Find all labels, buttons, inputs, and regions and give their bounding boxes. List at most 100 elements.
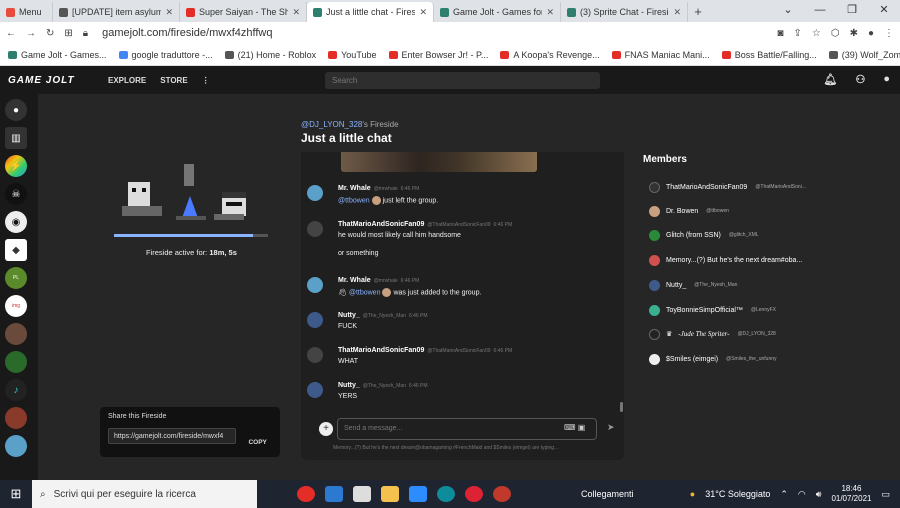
sidebar-community-icon[interactable]: img	[5, 295, 27, 317]
sidebar-community-icon[interactable]	[5, 407, 27, 429]
tab-game-jolt[interactable]: Game Jolt - Games for the ✕	[434, 2, 561, 22]
opera-app-icon[interactable]	[493, 486, 511, 502]
volume-icon[interactable]: 🔊︎	[816, 489, 822, 500]
files-app-icon[interactable]	[381, 486, 399, 502]
sidebar-community-icon[interactable]	[5, 435, 27, 457]
user-avatar[interactable]: ●	[883, 73, 890, 86]
sidebar-community-icon[interactable]	[5, 323, 27, 345]
message-author[interactable]: Mr. Whale	[338, 277, 371, 284]
bookmark-google-translate[interactable]: google traduttore -...	[118, 50, 213, 60]
mario-app-icon[interactable]	[297, 486, 315, 502]
bell-icon[interactable]: 🔔︎	[824, 73, 838, 86]
member-item[interactable]: ToyBonnieSimpOfficial™ @LennyFX	[649, 303, 776, 317]
back-icon[interactable]: ←	[6, 28, 16, 39]
message-author[interactable]: Nutty_	[338, 382, 360, 389]
owner-link[interactable]: @DJ_LYON_328	[301, 120, 362, 129]
store-app-icon[interactable]	[353, 486, 371, 502]
bookmark-boss-battle[interactable]: Boss Battle/Falling...	[721, 50, 817, 60]
share-url-field[interactable]: https://gamejolt.com/fireside/mwxf4	[108, 428, 236, 444]
search-input[interactable]: Search	[325, 72, 600, 89]
avatar[interactable]	[307, 221, 323, 237]
mail-app-icon[interactable]	[325, 486, 343, 502]
sidebar-community-icon[interactable]	[5, 351, 27, 373]
close-tab-icon[interactable]: ✕	[673, 7, 681, 18]
sidebar-home-icon[interactable]: ●	[5, 99, 27, 121]
more-menu-icon[interactable]: ⋮	[202, 76, 210, 85]
camera-icon[interactable]: ◙	[777, 28, 783, 39]
share-icon[interactable]: ⇪	[793, 28, 801, 39]
tab-menu[interactable]: Menu	[0, 2, 53, 22]
avatar[interactable]	[307, 185, 323, 201]
bookmark-gamejolt[interactable]: Game Jolt - Games...	[8, 50, 107, 60]
bookmark-roblox[interactable]: (21) Home - Roblox	[224, 50, 316, 60]
bookmark-bowser[interactable]: Enter Bowser Jr! - P...	[388, 50, 488, 60]
message-author[interactable]: Nutty_	[338, 312, 360, 319]
close-tab-icon[interactable]: ✕	[292, 7, 300, 18]
member-item[interactable]: $Smiles (eimgei) @Smiles_the_unfunny	[649, 352, 777, 366]
gamejolt-logo[interactable]: GAME JOLT	[8, 75, 108, 86]
url-field[interactable]: gamejolt.com/fireside/mwxf4zhffwq	[98, 27, 767, 39]
mention-link[interactable]: @ttbowen	[349, 289, 381, 296]
tab-item-asylum[interactable]: [UPDATE] item asylum - Ro ✕	[53, 2, 180, 22]
chrome-app-icon[interactable]	[465, 486, 483, 502]
notifications-icon[interactable]: ▭	[881, 489, 890, 500]
sidebar-community-icon[interactable]: ◉	[5, 211, 27, 233]
message-author[interactable]: ThatMarioAndSonicFan09	[338, 347, 424, 354]
extension-icon[interactable]: ⬡	[831, 28, 840, 39]
taskbar-search[interactable]: ⌕ Scrivi qui per eseguire la ricerca	[32, 480, 257, 508]
member-item[interactable]: Memory...(?) But he's the next dream#oba…	[649, 253, 802, 267]
message-input[interactable]: Send a message...	[337, 418, 597, 440]
star-icon[interactable]: ☆	[812, 28, 821, 39]
bookmark-youtube[interactable]: YouTube	[328, 50, 377, 60]
member-item[interactable]: Nutty_ @The_Nyesh_Man	[649, 278, 737, 292]
forward-icon[interactable]: →	[26, 28, 36, 39]
chevron-up-icon[interactable]: ⌃	[780, 489, 788, 500]
member-item[interactable]: ThatMarioAndSonicFan09 @ThatMarioAndSoni.…	[649, 180, 806, 194]
friends-icon[interactable]: ⚇	[855, 73, 865, 86]
apps-grid-icon[interactable]: ⊞	[64, 28, 72, 39]
close-tab-icon[interactable]: ✕	[419, 7, 427, 18]
message-author[interactable]: Mr. Whale	[338, 185, 371, 192]
avatar[interactable]	[307, 277, 323, 293]
sidebar-community-icon[interactable]: ♪	[5, 379, 27, 401]
bookmark-fnas[interactable]: FNAS Maniac Mani...	[611, 50, 710, 60]
zoom-app-icon[interactable]	[409, 486, 427, 502]
member-item[interactable]: Dr. Bowen @ttbowen	[649, 204, 729, 218]
tab-sprite-chat[interactable]: (3) Sprite Chat - Fireside - ✕	[561, 2, 688, 22]
minimize-icon[interactable]: —	[804, 0, 836, 20]
sidebar-community-icon[interactable]: PL	[5, 267, 27, 289]
bookmark-koopa[interactable]: A Koopa's Revenge...	[500, 50, 600, 60]
new-tab-button[interactable]: +	[688, 2, 708, 22]
video-stream-thumbnail[interactable]	[341, 152, 537, 172]
add-attachment-button[interactable]: +	[319, 422, 333, 436]
lock-icon[interactable]: 🔒︎	[83, 28, 88, 39]
chevron-down-icon[interactable]: ⌄	[772, 0, 804, 20]
message-author[interactable]: ThatMarioAndSonicFan09	[338, 221, 424, 228]
mention-link[interactable]: @ttbowen	[338, 197, 370, 204]
close-tab-icon[interactable]: ✕	[546, 7, 554, 18]
sidebar-community-icon[interactable]: ⚡	[5, 155, 27, 177]
chat-scrollbar[interactable]	[620, 402, 623, 412]
tab-just-a-little-chat[interactable]: Just a little chat - Fireside ✕	[307, 2, 434, 22]
close-tab-icon[interactable]: ✕	[165, 7, 173, 18]
profile-icon[interactable]: ●	[868, 28, 874, 39]
weather-text[interactable]: 31°C Soleggiato	[705, 489, 770, 499]
restore-icon[interactable]: ❐	[836, 0, 868, 20]
tab-super-saiyan[interactable]: Super Saiyan - The Shaggy ✕	[180, 2, 307, 22]
close-window-icon[interactable]: ✕	[868, 0, 900, 20]
send-icon[interactable]: ➤	[607, 422, 615, 433]
windows-start-icon[interactable]: ⊞	[0, 486, 32, 502]
avatar[interactable]	[307, 382, 323, 398]
sidebar-community-icon[interactable]: ◆	[5, 239, 27, 261]
sidebar-community-icon[interactable]: ☠	[5, 183, 27, 205]
member-item[interactable]: Glitch (from SSN) @glitch_XML	[649, 228, 759, 242]
bookmark-wolf-zombie[interactable]: (39) Wolf_Zombie2...	[828, 50, 900, 60]
sidebar-library-icon[interactable]: ▥	[5, 127, 27, 149]
wifi-icon[interactable]: ◠	[798, 489, 806, 500]
avatar[interactable]	[307, 347, 323, 363]
clock[interactable]: 18:46 01/07/2021	[831, 484, 871, 504]
explore-link[interactable]: EXPLORE	[108, 76, 146, 85]
sticker-icon[interactable]: ⌨ ▣	[564, 423, 585, 432]
copy-button[interactable]: COPY	[248, 439, 266, 446]
kebab-menu-icon[interactable]: ⋮	[884, 28, 894, 39]
